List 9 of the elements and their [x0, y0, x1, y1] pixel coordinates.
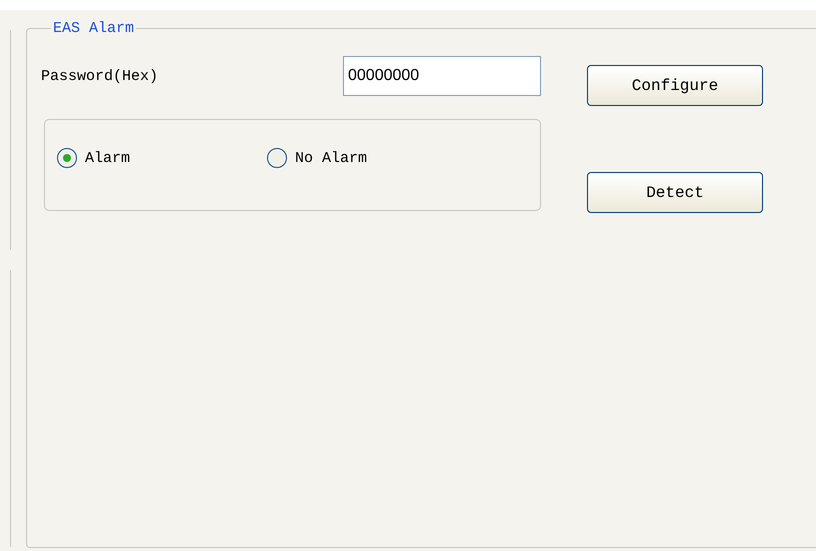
password-label: Password(Hex)	[41, 68, 158, 84]
radio-option[interactable]: Alarm	[57, 148, 187, 168]
radio-button[interactable]	[267, 148, 287, 168]
action-button[interactable]: Configure	[587, 65, 763, 106]
group-title: EAS Alarm	[52, 20, 136, 37]
action-button[interactable]: Detect	[587, 172, 763, 213]
radio-button[interactable]	[57, 148, 77, 168]
radio-option[interactable]: No Alarm	[267, 148, 397, 168]
password-field[interactable]: 00000000	[343, 56, 541, 96]
